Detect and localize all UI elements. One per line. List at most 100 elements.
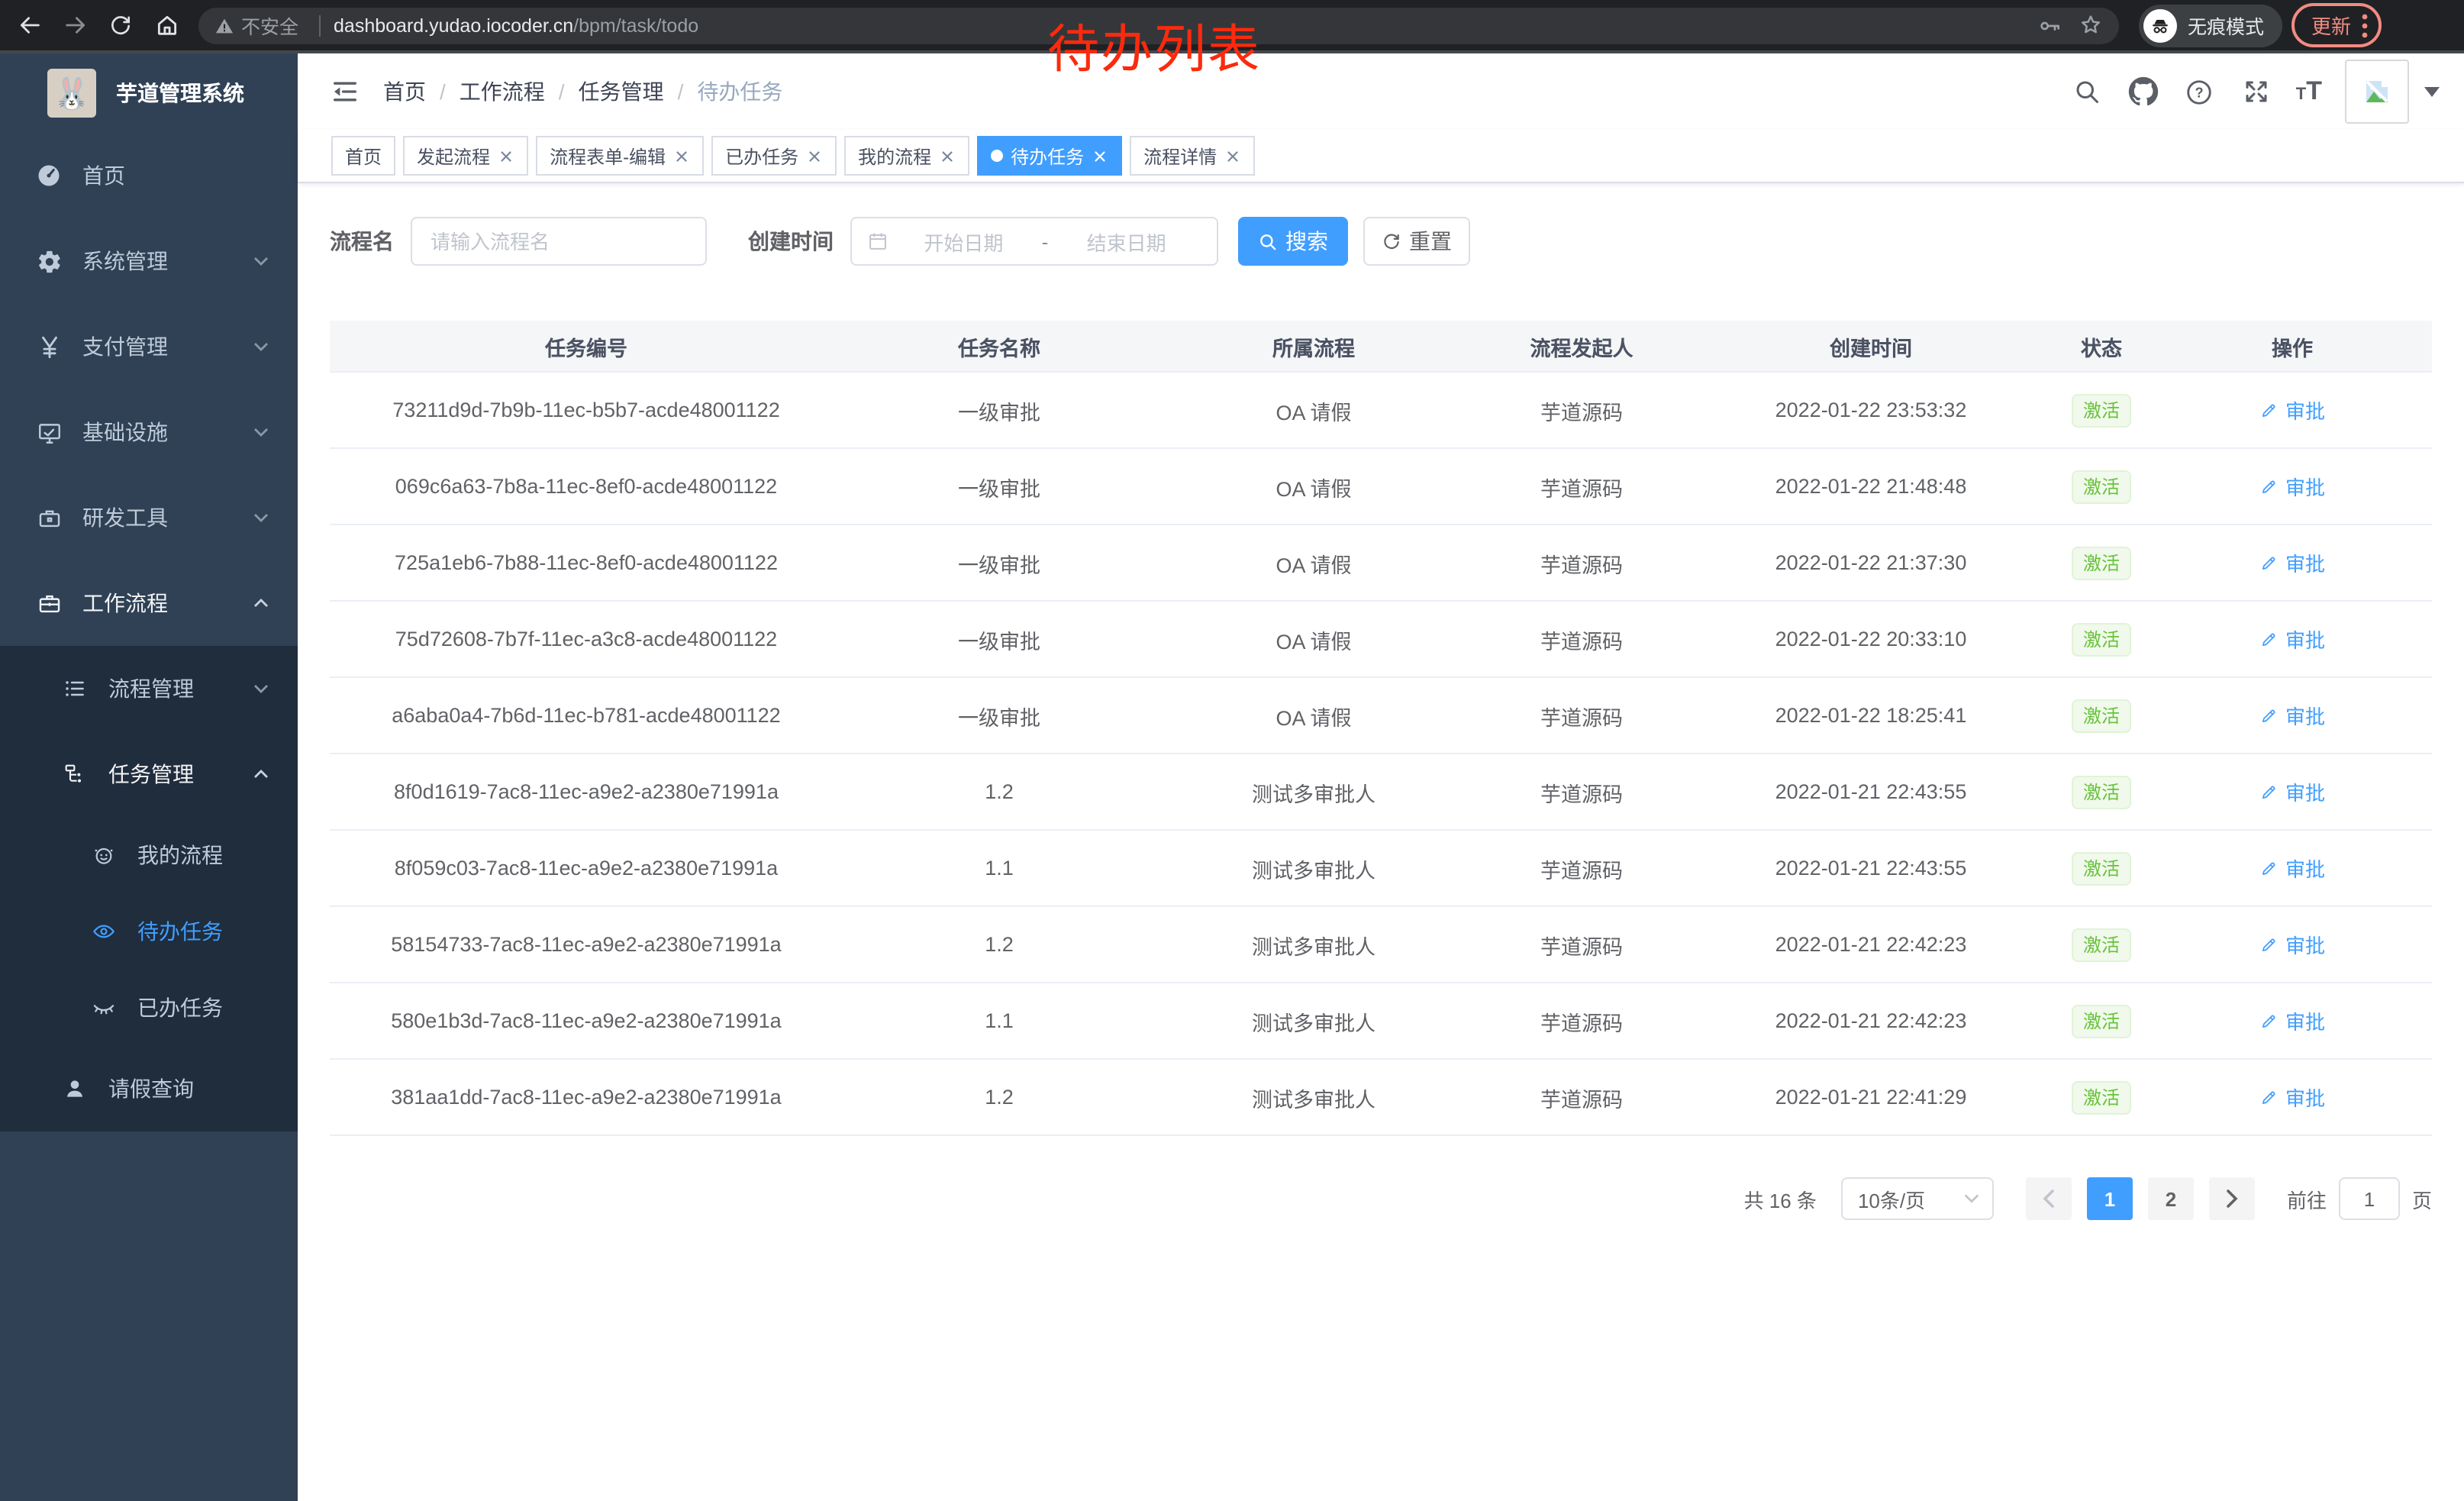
starter-cell: 芋道源码 bbox=[1472, 471, 1692, 502]
table-row[interactable]: 069c6a63-7b8a-11ec-8ef0-acde48001122 一级审… bbox=[330, 449, 2432, 525]
breadcrumb-home[interactable]: 首页 bbox=[383, 76, 426, 107]
sidebar-item-devtools[interactable]: 研发工具 bbox=[0, 475, 298, 560]
approve-button[interactable]: 审批 bbox=[2259, 1006, 2325, 1035]
table-row[interactable]: a6aba0a4-7b6d-11ec-b781-acde48001122 一级审… bbox=[330, 678, 2432, 754]
eye-icon bbox=[85, 919, 122, 944]
bookmark-star-icon[interactable] bbox=[2078, 12, 2104, 38]
breadcrumb-task-mgmt[interactable]: 任务管理 bbox=[579, 76, 664, 107]
table-row[interactable]: 381aa1dd-7ac8-11ec-a9e2-a2380e71991a 1.2… bbox=[330, 1060, 2432, 1136]
tab-start-process[interactable]: 发起流程 bbox=[403, 136, 528, 176]
goto-page-input[interactable] bbox=[2339, 1177, 2400, 1220]
close-icon[interactable] bbox=[939, 147, 956, 164]
tab-my-process[interactable]: 我的流程 bbox=[844, 136, 969, 176]
breadcrumb-workflow[interactable]: 工作流程 bbox=[460, 76, 545, 107]
table-row[interactable]: 58154733-7ac8-11ec-a9e2-a2380e71991a 1.2… bbox=[330, 907, 2432, 983]
next-page-button[interactable] bbox=[2209, 1177, 2255, 1220]
sidebar-item-done-tasks[interactable]: 已办任务 bbox=[0, 970, 298, 1046]
prev-page-button[interactable] bbox=[2026, 1177, 2072, 1220]
table-row[interactable]: 8f0d1619-7ac8-11ec-a9e2-a2380e71991a 1.2… bbox=[330, 754, 2432, 831]
home-icon[interactable] bbox=[144, 5, 189, 45]
search-icon[interactable] bbox=[2070, 75, 2104, 108]
breadcrumb-separator: / bbox=[559, 79, 565, 104]
sidebar-item-infra[interactable]: 基础设施 bbox=[0, 389, 298, 475]
sidebar-item-payment[interactable]: 支付管理 bbox=[0, 304, 298, 389]
forward-icon[interactable] bbox=[52, 5, 98, 45]
page-main: 流程名 创建时间 开始日期 - 结束日期 搜索 重置 bbox=[298, 183, 2464, 1220]
reset-button[interactable]: 重置 bbox=[1363, 217, 1470, 266]
reload-icon[interactable] bbox=[98, 5, 144, 45]
close-icon[interactable] bbox=[498, 147, 514, 164]
page-button-2[interactable]: 2 bbox=[2148, 1177, 2194, 1220]
gear-icon bbox=[31, 248, 67, 274]
approve-button[interactable]: 审批 bbox=[2259, 395, 2325, 424]
sidebar-item-my-process[interactable]: 我的流程 bbox=[0, 817, 298, 893]
action-cell: 审批 bbox=[2153, 625, 2432, 654]
tab-todo-tasks[interactable]: 待办任务 bbox=[977, 136, 1122, 176]
tab-done-tasks[interactable]: 已办任务 bbox=[711, 136, 837, 176]
fullscreen-icon[interactable] bbox=[2240, 75, 2273, 108]
github-icon[interactable] bbox=[2127, 75, 2160, 108]
sidebar-item-task-mgmt[interactable]: 任务管理 bbox=[0, 731, 298, 817]
sidebar-item-label: 系统管理 bbox=[82, 246, 168, 276]
approve-button[interactable]: 审批 bbox=[2259, 625, 2325, 654]
process-name-input[interactable] bbox=[411, 217, 707, 266]
process-cell: OA 请假 bbox=[1156, 395, 1472, 425]
start-date-placeholder[interactable]: 开始日期 bbox=[889, 227, 1039, 256]
update-label[interactable]: 更新 bbox=[2311, 11, 2351, 40]
approve-button[interactable]: 审批 bbox=[2259, 701, 2325, 730]
close-icon[interactable] bbox=[673, 147, 690, 164]
task-table-body: 73211d9d-7b9b-11ec-b5b7-acde48001122 一级审… bbox=[330, 373, 2432, 1136]
warning-icon bbox=[214, 15, 235, 36]
sidebar-item-leave-query[interactable]: 请假查询 bbox=[0, 1046, 298, 1131]
process-cell: 测试多审批人 bbox=[1156, 1006, 1472, 1036]
update-button[interactable]: 更新 bbox=[2291, 3, 2382, 47]
chevron-up-icon bbox=[252, 765, 270, 783]
sidebar-item-todo-tasks[interactable]: 待办任务 bbox=[0, 893, 298, 970]
table-row[interactable]: 580e1b3d-7ac8-11ec-a9e2-a2380e71991a 1.1… bbox=[330, 983, 2432, 1060]
approve-button[interactable]: 审批 bbox=[2259, 1083, 2325, 1112]
close-icon[interactable] bbox=[806, 147, 823, 164]
table-row[interactable]: 8f059c03-7ac8-11ec-a9e2-a2380e71991a 1.1… bbox=[330, 831, 2432, 907]
help-icon[interactable]: ? bbox=[2183, 75, 2217, 108]
app-logo: 🐰 bbox=[47, 69, 96, 118]
status-cell: 激活 bbox=[2050, 851, 2153, 885]
approve-button[interactable]: 审批 bbox=[2259, 854, 2325, 883]
sidebar: 🐰 芋道管理系统 首页 系统管理 支付管理 基础设施 研发工具 bbox=[0, 53, 298, 1501]
security-label[interactable]: 不安全 bbox=[241, 11, 298, 40]
app-logo-row[interactable]: 🐰 芋道管理系统 bbox=[0, 53, 298, 133]
search-button[interactable]: 搜索 bbox=[1238, 217, 1348, 266]
tab-process-form-edit[interactable]: 流程表单-编辑 bbox=[536, 136, 704, 176]
page-button-1[interactable]: 1 bbox=[2087, 1177, 2133, 1220]
close-icon[interactable] bbox=[1092, 147, 1108, 164]
approve-button[interactable]: 审批 bbox=[2259, 472, 2325, 501]
tab-process-detail[interactable]: 流程详情 bbox=[1130, 136, 1255, 176]
close-icon[interactable] bbox=[1224, 147, 1241, 164]
table-row[interactable]: 73211d9d-7b9b-11ec-b5b7-acde48001122 一级审… bbox=[330, 373, 2432, 449]
approve-button[interactable]: 审批 bbox=[2259, 777, 2325, 806]
created-time-cell: 2022-01-22 21:48:48 bbox=[1692, 475, 2050, 498]
table-row[interactable]: 75d72608-7b7f-11ec-a3c8-acde48001122 一级审… bbox=[330, 602, 2432, 678]
sidebar-item-home[interactable]: 首页 bbox=[0, 133, 298, 218]
page-size-select[interactable]: 10条/页 bbox=[1841, 1177, 1994, 1220]
avatar-caret-icon[interactable] bbox=[2424, 86, 2440, 97]
eye-closed-icon bbox=[85, 996, 122, 1020]
end-date-placeholder[interactable]: 结束日期 bbox=[1051, 227, 1201, 256]
date-range-picker[interactable]: 开始日期 - 结束日期 bbox=[850, 217, 1218, 266]
edit-pen-icon bbox=[2259, 476, 2279, 496]
tab-home[interactable]: 首页 bbox=[331, 136, 395, 176]
process-cell: OA 请假 bbox=[1156, 624, 1472, 654]
sidebar-item-process-mgmt[interactable]: 流程管理 bbox=[0, 646, 298, 731]
sidebar-item-system[interactable]: 系统管理 bbox=[0, 218, 298, 304]
status-badge: 激活 bbox=[2072, 928, 2130, 961]
sidebar-item-workflow[interactable]: 工作流程 bbox=[0, 560, 298, 646]
approve-button[interactable]: 审批 bbox=[2259, 930, 2325, 959]
font-size-icon[interactable]: TT bbox=[2296, 76, 2322, 107]
table-header-row: 任务编号 任务名称 所属流程 流程发起人 创建时间 状态 操作 bbox=[330, 321, 2432, 373]
password-key-icon[interactable] bbox=[2038, 13, 2062, 37]
approve-button[interactable]: 审批 bbox=[2259, 548, 2325, 577]
back-icon[interactable] bbox=[6, 5, 52, 45]
avatar[interactable] bbox=[2345, 60, 2409, 124]
table-row[interactable]: 725a1eb6-7b88-11ec-8ef0-acde48001122 一级审… bbox=[330, 525, 2432, 602]
sidebar-fold-icon[interactable] bbox=[328, 75, 362, 108]
browser-menu-icon[interactable] bbox=[2362, 13, 2368, 37]
